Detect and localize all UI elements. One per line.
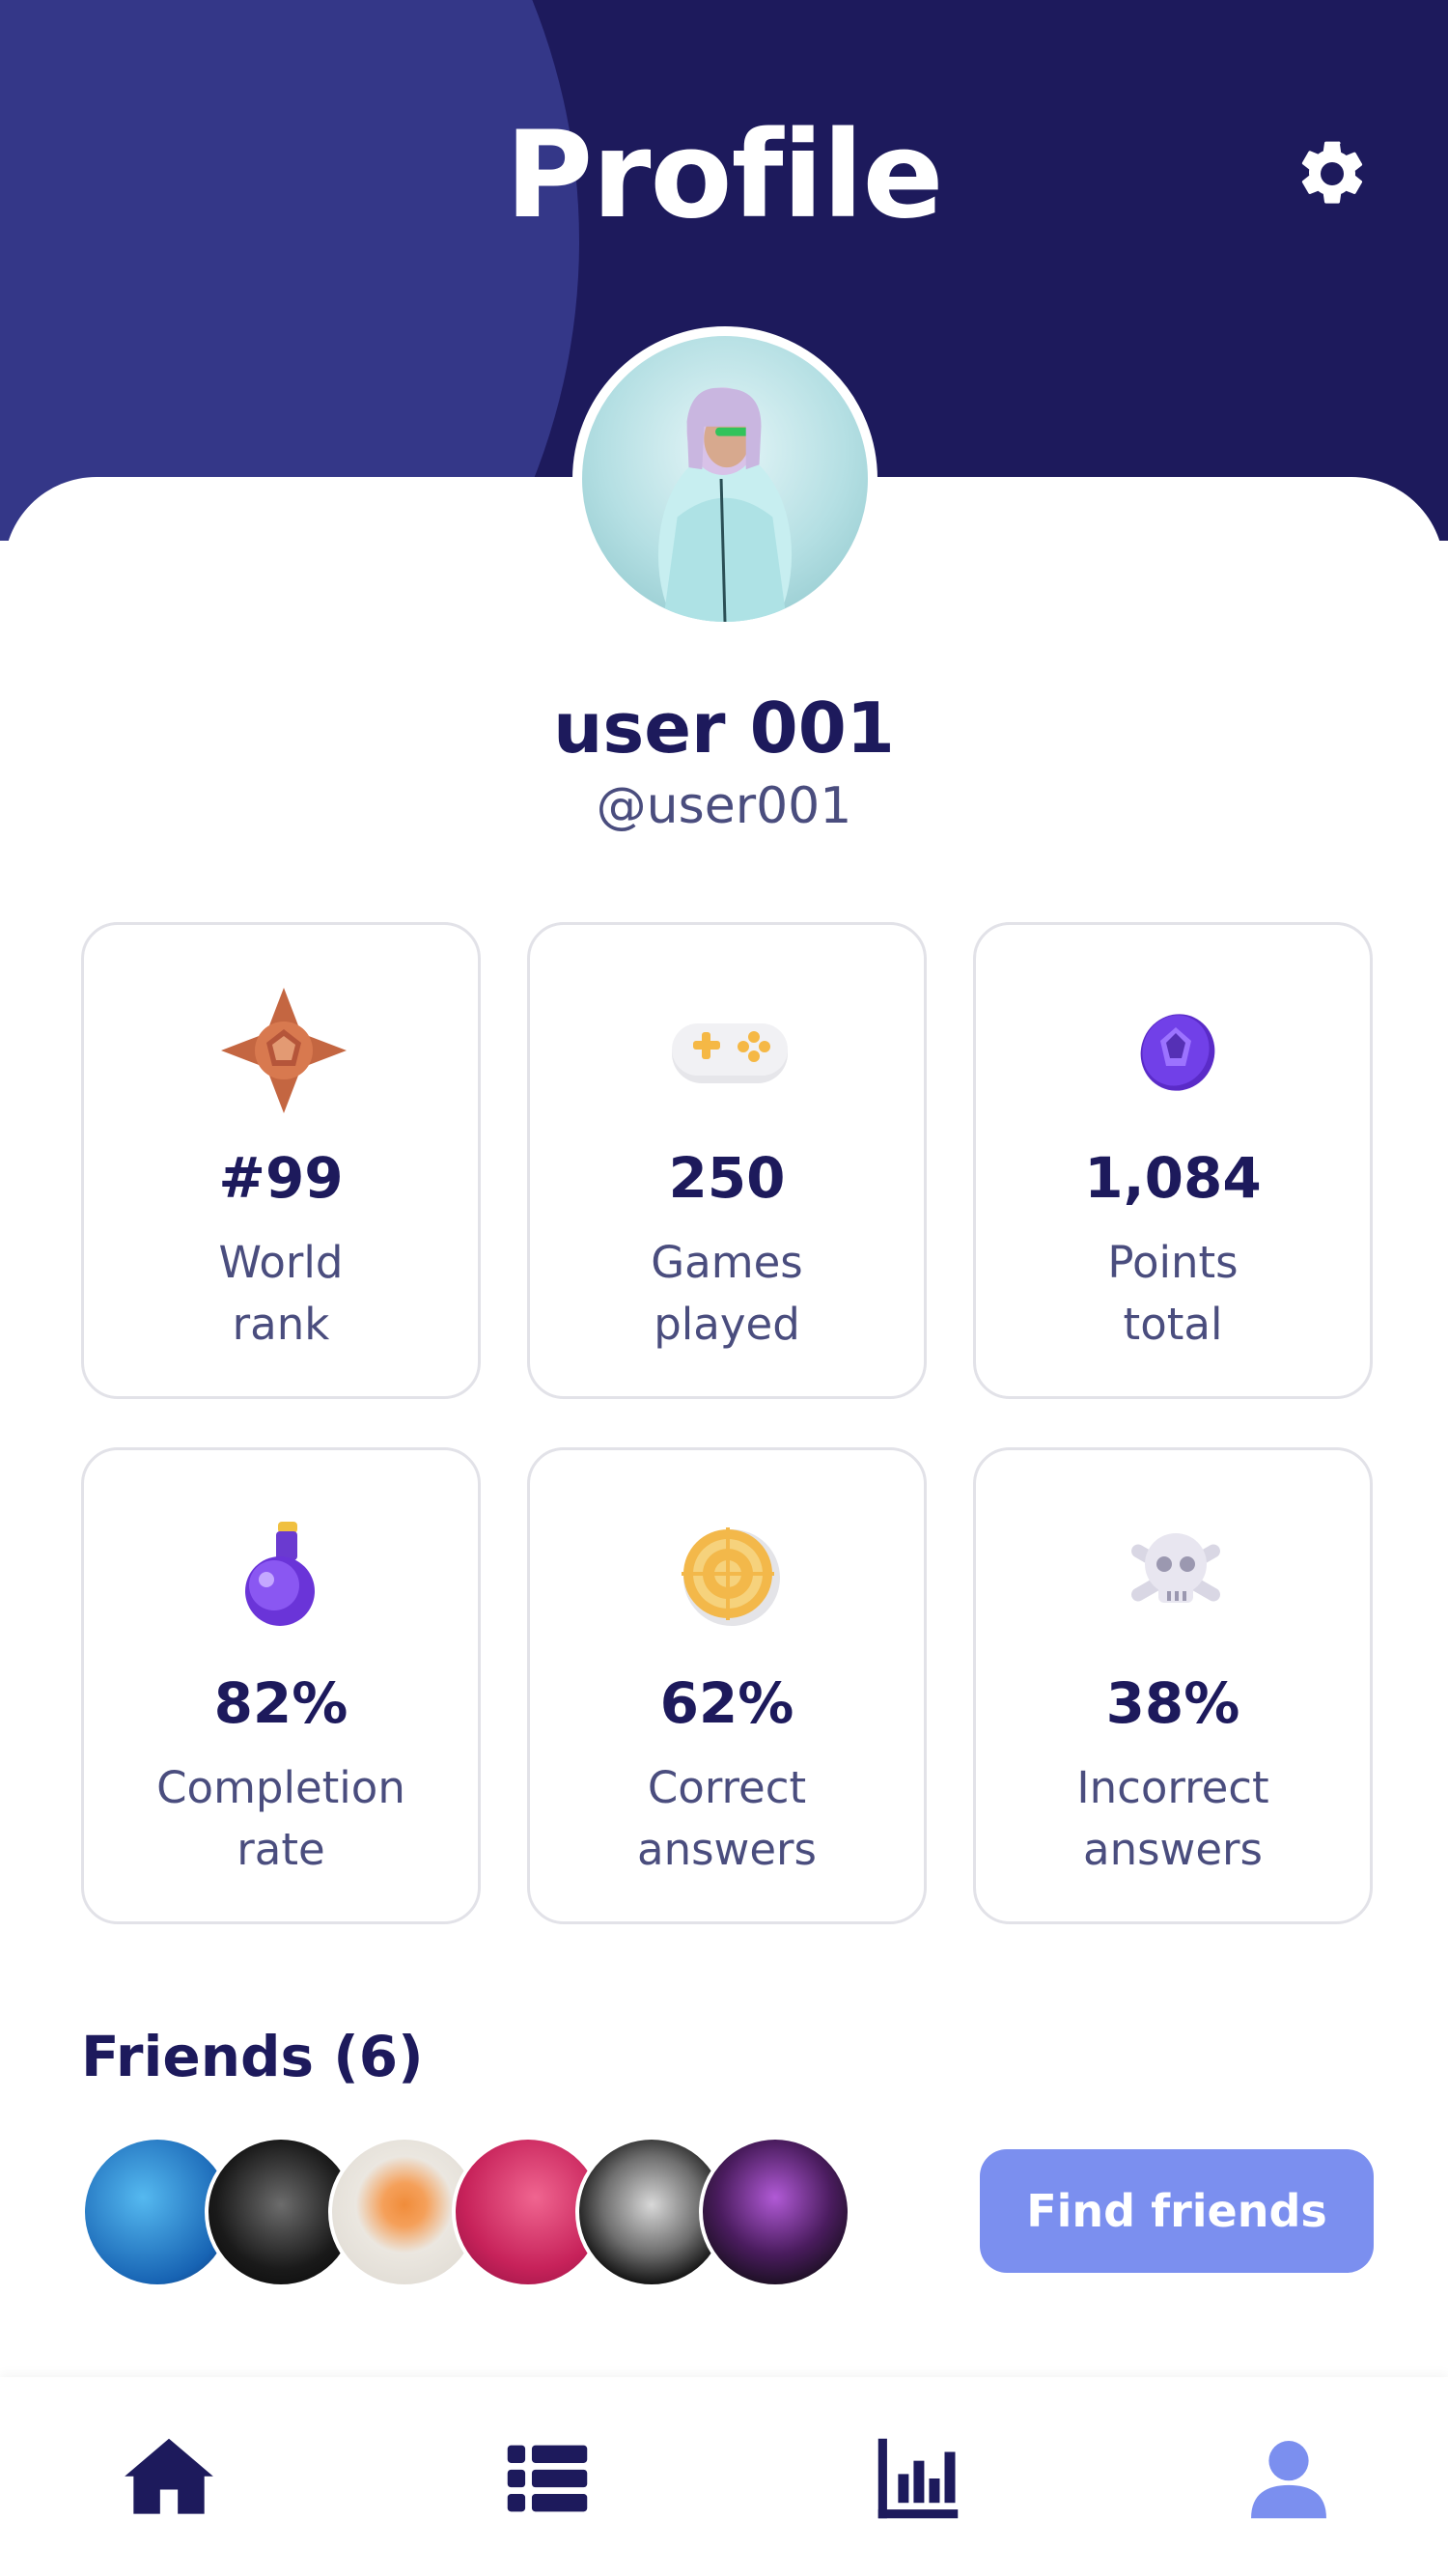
stat-label: Points total bbox=[1107, 1237, 1239, 1350]
stat-value: 250 bbox=[668, 1145, 786, 1211]
skull-icon bbox=[1108, 1508, 1243, 1643]
header-decoration bbox=[0, 0, 579, 541]
user-handle: @user001 bbox=[596, 777, 852, 835]
gear-icon[interactable] bbox=[1294, 135, 1371, 212]
stat-label: Games played bbox=[651, 1237, 803, 1350]
target-icon bbox=[662, 1508, 797, 1643]
friend-avatar[interactable] bbox=[699, 2136, 851, 2288]
stat-value: 62% bbox=[659, 1670, 794, 1736]
stat-card-games-played[interactable]: 250 Games played bbox=[527, 922, 927, 1399]
stat-card-incorrect-answers[interactable]: 38% Incorrect answers bbox=[973, 1447, 1373, 1924]
stat-label: World rank bbox=[218, 1237, 344, 1350]
stat-value: 82% bbox=[213, 1670, 348, 1736]
stat-value: 1,084 bbox=[1084, 1145, 1262, 1211]
avatar[interactable] bbox=[572, 326, 877, 631]
list-icon[interactable] bbox=[494, 2425, 600, 2532]
user-name: user 001 bbox=[553, 687, 895, 769]
stat-label: Incorrect answers bbox=[1076, 1762, 1269, 1875]
home-icon[interactable] bbox=[116, 2425, 222, 2532]
stat-card-world-rank[interactable]: #99 World rank bbox=[81, 922, 481, 1399]
stat-card-completion-rate[interactable]: 82% Completion rate bbox=[81, 1447, 481, 1924]
page-title: Profile bbox=[505, 106, 943, 245]
stat-label: Completion rate bbox=[156, 1762, 405, 1875]
chart-icon[interactable] bbox=[865, 2425, 971, 2532]
friends-title: Friends (6) bbox=[81, 2024, 424, 2089]
potion-icon bbox=[216, 1508, 351, 1643]
profile-icon[interactable] bbox=[1236, 2425, 1342, 2532]
stat-value: 38% bbox=[1105, 1670, 1240, 1736]
find-friends-button[interactable]: Find friends bbox=[980, 2149, 1374, 2273]
gem-icon bbox=[1108, 983, 1243, 1118]
stat-label: Correct answers bbox=[637, 1762, 817, 1875]
medal-icon bbox=[216, 983, 351, 1118]
stat-card-points-total[interactable]: 1,084 Points total bbox=[973, 922, 1373, 1399]
stat-value: #99 bbox=[218, 1145, 344, 1211]
stat-card-correct-answers[interactable]: 62% Correct answers bbox=[527, 1447, 927, 1924]
gamepad-icon bbox=[662, 983, 797, 1118]
bottom-nav bbox=[0, 2377, 1448, 2576]
